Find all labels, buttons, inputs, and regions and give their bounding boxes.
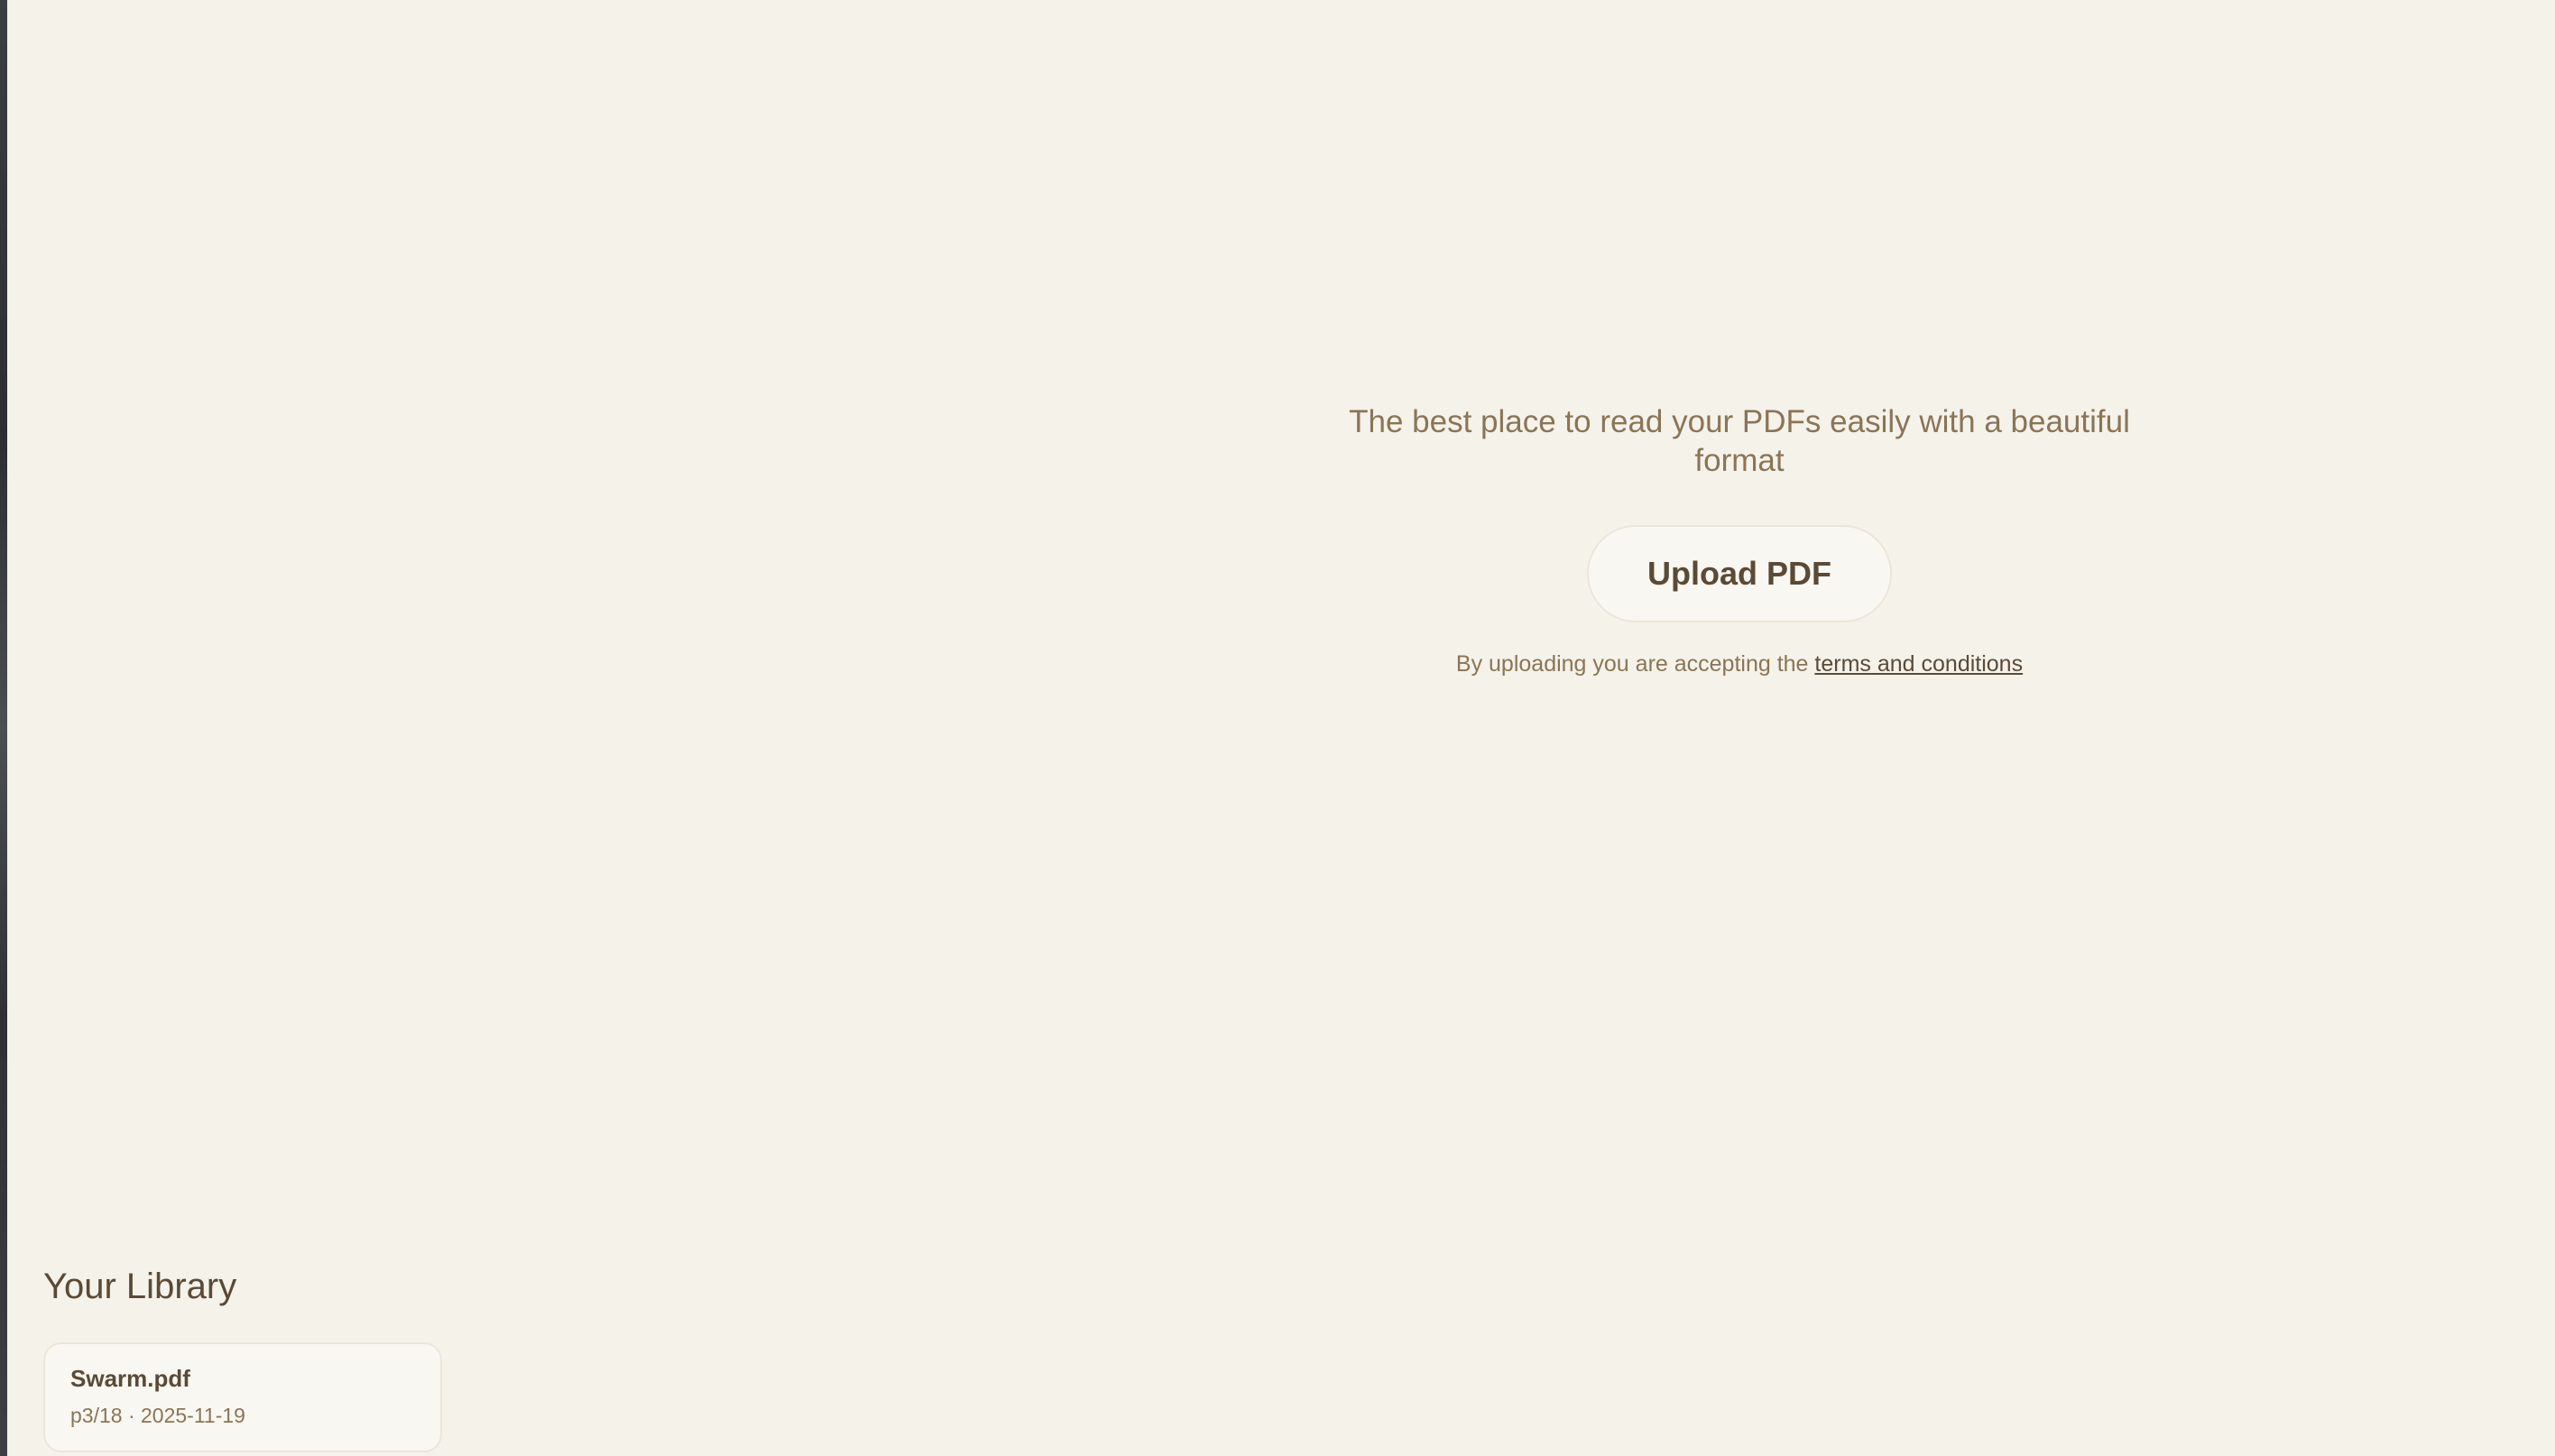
library-item-name: Swarm.pdf — [70, 1365, 190, 1392]
app-page: The best place to read your PDFs easily … — [7, 0, 2555, 1456]
tagline-line-1: The best place to read your PDFs easily … — [1349, 404, 2130, 439]
desktop-edge — [0, 0, 7, 1456]
library-item[interactable]: Swarm.pdf p3/18 · 2025-11-19 — [43, 1342, 442, 1452]
library-section: Your Library Swarm.pdf p3/18 · 2025-11-1… — [43, 1259, 442, 1452]
library-title: Your Library — [43, 1267, 237, 1306]
terms-prefix: By uploading you are accepting the — [1455, 651, 1815, 677]
terms-link[interactable]: terms and conditions — [1814, 651, 2023, 677]
library-item-page: p3/18 — [70, 1404, 123, 1427]
tagline: The best place to read your PDFs easily … — [1333, 402, 2145, 480]
library-item-meta: p3/18 · 2025-11-19 — [70, 1402, 415, 1429]
tagline-line-2: format — [1694, 443, 1785, 478]
library-item-date: 2025-11-19 — [141, 1404, 245, 1427]
library-item-separator: · — [122, 1404, 142, 1427]
hero-section: The best place to read your PDFs easily … — [1333, 402, 2145, 678]
upload-pdf-button[interactable]: Upload PDF — [1587, 525, 1892, 622]
terms-notice: By uploading you are accepting the terms… — [1333, 650, 2145, 678]
